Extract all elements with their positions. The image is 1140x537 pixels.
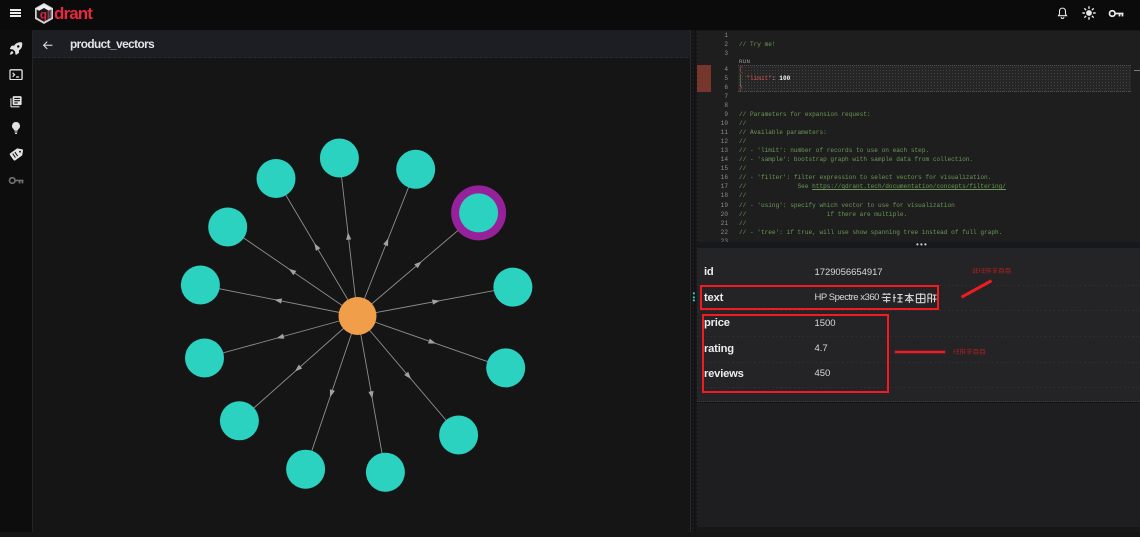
svg-text:q: q [40, 8, 47, 21]
